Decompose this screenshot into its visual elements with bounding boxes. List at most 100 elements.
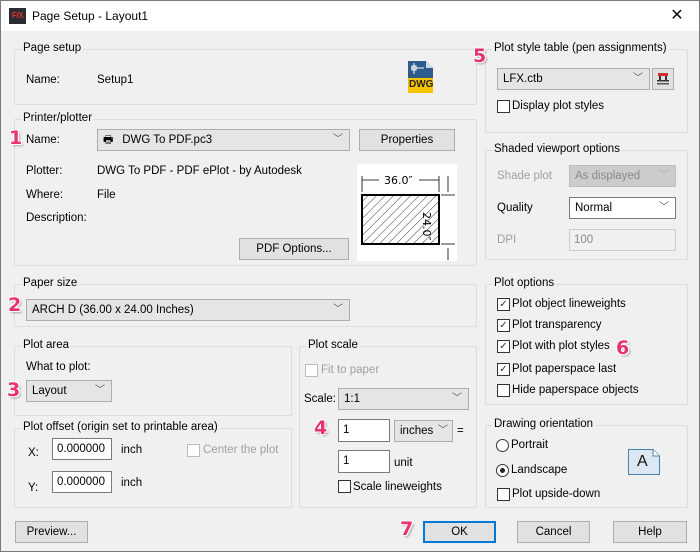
cancel-button[interactable]: Cancel bbox=[517, 521, 590, 543]
plot-transparency-label: Plot transparency bbox=[512, 319, 602, 331]
plot-scale-group-label: Plot scale bbox=[306, 339, 360, 351]
plot-upside-down-checkbox[interactable] bbox=[497, 488, 510, 501]
fit-to-paper-checkbox[interactable] bbox=[305, 364, 318, 377]
close-button[interactable]: ✕ bbox=[655, 1, 699, 31]
offset-x-label: X: bbox=[28, 447, 39, 459]
plot-object-lineweights-label: Plot object lineweights bbox=[512, 298, 626, 310]
chevron-down-icon: ﹀ bbox=[659, 170, 669, 181]
window-title: Page Setup - Layout1 bbox=[32, 9, 149, 23]
page-setup-name-value: Setup1 bbox=[97, 74, 134, 86]
dwg-icon-text: DWG bbox=[409, 79, 434, 90]
scale-lineweights-checkbox[interactable] bbox=[338, 480, 351, 493]
callout-1: 1 bbox=[9, 127, 23, 149]
preview-height-label: 24.0″ bbox=[420, 212, 433, 241]
chevron-down-icon: ﹀ bbox=[95, 385, 105, 396]
scale-select[interactable]: 1:1 ﹀ bbox=[338, 388, 469, 410]
scale-select-value: 1:1 bbox=[344, 393, 360, 405]
printer-select-value: DWG To PDF.pc3 bbox=[122, 134, 213, 146]
shade-plot-select[interactable]: As displayed ﹀ bbox=[569, 165, 676, 187]
plotter-label: Plotter: bbox=[26, 165, 63, 177]
portrait-label: Portrait bbox=[511, 439, 549, 451]
display-plot-styles-checkbox[interactable] bbox=[497, 100, 510, 113]
plot-with-plot-styles-checkbox[interactable]: ✓ bbox=[497, 340, 510, 353]
chevron-down-icon: ﹀ bbox=[333, 304, 343, 315]
scale-inches-input[interactable]: 1 bbox=[338, 419, 390, 442]
what-to-plot-select-value: Layout bbox=[32, 385, 67, 397]
page-setup-group-label: Page setup bbox=[21, 42, 84, 54]
description-label: Description: bbox=[26, 212, 87, 224]
app-icon: F/X bbox=[9, 8, 26, 24]
chevron-down-icon: ﹀ bbox=[659, 202, 669, 213]
printer-name-label: Name: bbox=[26, 134, 60, 146]
shade-plot-label: Shade plot bbox=[497, 170, 552, 182]
plot-style-select[interactable]: LFX.ctb ﹀ bbox=[497, 68, 650, 90]
where-value: File bbox=[97, 189, 116, 201]
paper-size-select[interactable]: ARCH D (36.00 x 24.00 Inches) ﹀ bbox=[26, 299, 350, 321]
pdf-options-button[interactable]: PDF Options... bbox=[239, 238, 349, 260]
help-button[interactable]: Help bbox=[613, 521, 687, 543]
scale-equals: = bbox=[457, 425, 464, 437]
portrait-radio[interactable] bbox=[496, 439, 509, 452]
plot-style-editor-icon bbox=[657, 73, 669, 85]
title-bar: F/X Page Setup - Layout1 ✕ bbox=[1, 1, 699, 31]
scale-label: Scale: bbox=[304, 393, 336, 405]
scale-units-select[interactable]: inches ﹀ bbox=[394, 420, 453, 442]
edit-plot-style-button[interactable] bbox=[652, 68, 674, 90]
landscape-radio[interactable] bbox=[496, 464, 509, 477]
paper-size-select-value: ARCH D (36.00 x 24.00 Inches) bbox=[32, 304, 194, 316]
callout-5: 5 bbox=[473, 45, 487, 67]
display-plot-styles-label: Display plot styles bbox=[512, 100, 605, 112]
plotter-icon: 🖶 bbox=[103, 134, 114, 146]
shaded-viewport-group-label: Shaded viewport options bbox=[492, 143, 622, 155]
orientation-icon-letter: A bbox=[637, 453, 648, 470]
quality-label: Quality bbox=[497, 202, 533, 214]
plot-options-group-label: Plot options bbox=[492, 277, 557, 289]
page-setup-dialog: F/X Page Setup - Layout1 ✕ Page setup Na… bbox=[0, 0, 700, 552]
preview-width-label: 36.0″ bbox=[384, 174, 413, 187]
what-to-plot-select[interactable]: Layout ﹀ bbox=[26, 380, 112, 402]
shade-plot-select-value: As displayed bbox=[575, 170, 641, 182]
printer-plotter-group-label: Printer/plotter bbox=[21, 112, 95, 124]
plot-transparency-checkbox[interactable]: ✓ bbox=[497, 319, 510, 332]
callout-3: 3 bbox=[7, 379, 21, 401]
callout-7: 7 bbox=[400, 518, 414, 540]
hide-paperspace-objects-label: Hide paperspace objects bbox=[512, 384, 639, 396]
what-to-plot-label: What to plot: bbox=[26, 361, 91, 373]
hide-paperspace-objects-checkbox[interactable] bbox=[497, 384, 510, 397]
center-plot-checkbox[interactable] bbox=[187, 444, 200, 457]
plot-upside-down-label: Plot upside-down bbox=[512, 488, 601, 500]
chevron-down-icon: ﹀ bbox=[438, 425, 448, 436]
scale-unit-label: unit bbox=[394, 457, 413, 469]
plot-paperspace-last-checkbox[interactable]: ✓ bbox=[497, 363, 510, 376]
plot-paperspace-last-label: Plot paperspace last bbox=[512, 363, 617, 375]
landscape-label: Landscape bbox=[511, 464, 568, 476]
offset-y-label: Y: bbox=[28, 482, 39, 494]
ok-button[interactable]: OK bbox=[423, 521, 496, 543]
dpi-input[interactable]: 100 bbox=[569, 229, 676, 251]
offset-y-unit: inch bbox=[121, 477, 143, 489]
plot-with-plot-styles-label: Plot with plot styles bbox=[512, 340, 610, 352]
chevron-down-icon: ﹀ bbox=[333, 134, 343, 145]
paper-size-group-label: Paper size bbox=[21, 277, 80, 289]
offset-x-input[interactable]: 0.000000 bbox=[52, 438, 112, 460]
scale-unit-input[interactable]: 1 bbox=[338, 450, 390, 473]
page-setup-name-label: Name: bbox=[26, 74, 60, 86]
plotter-value: DWG To PDF - PDF ePlot - by Autodesk bbox=[97, 165, 302, 177]
callout-2: 2 bbox=[8, 294, 22, 316]
printer-select[interactable]: 🖶 DWG To PDF.pc3 ﹀ bbox=[97, 129, 350, 151]
callout-6: 6 bbox=[616, 337, 630, 359]
plot-area-group-label: Plot area bbox=[21, 339, 72, 351]
chevron-down-icon: ﹀ bbox=[633, 73, 643, 84]
properties-button[interactable]: Properties bbox=[359, 129, 455, 151]
offset-y-input[interactable]: 0.000000 bbox=[52, 471, 112, 493]
fit-to-paper-label: Fit to paper bbox=[321, 364, 380, 376]
quality-select[interactable]: Normal ﹀ bbox=[569, 197, 676, 219]
center-plot-label: Center the plot bbox=[203, 444, 279, 456]
plot-style-select-value: LFX.ctb bbox=[503, 73, 543, 85]
dwg-file-icon: DWG bbox=[406, 60, 434, 94]
chevron-down-icon: ﹀ bbox=[452, 393, 462, 404]
plot-object-lineweights-checkbox[interactable]: ✓ bbox=[497, 298, 510, 311]
scale-units-select-value: inches bbox=[400, 425, 434, 437]
plot-offset-group-label: Plot offset (origin set to printable are… bbox=[21, 421, 220, 433]
preview-button[interactable]: Preview... bbox=[15, 521, 88, 543]
